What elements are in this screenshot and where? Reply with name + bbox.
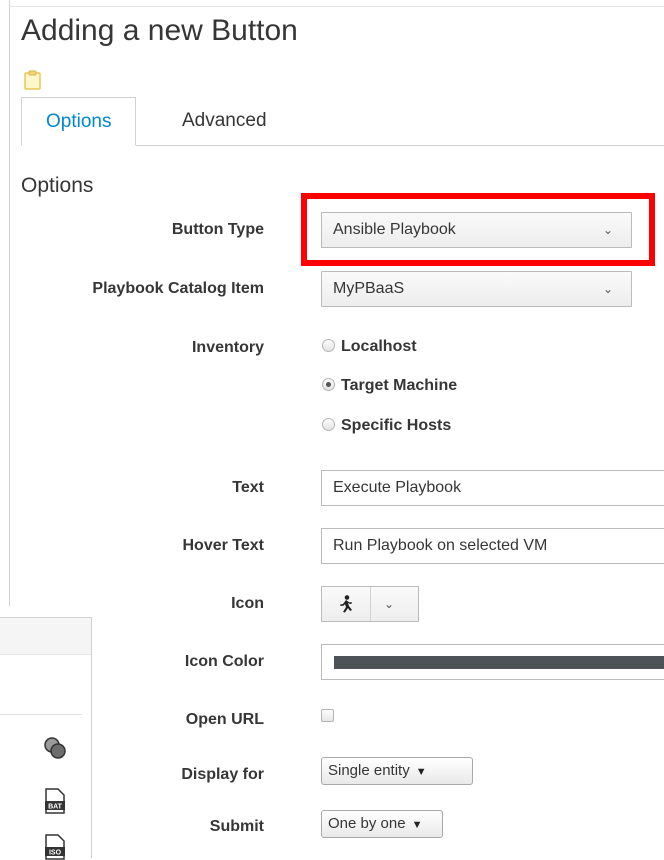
bat-file-icon[interactable]: BAT [43, 788, 67, 814]
tab-bar: Options Advanced [21, 97, 664, 146]
submit-label: Submit [209, 818, 264, 835]
playbook-catalog-item-label: Playbook Catalog Item [92, 280, 264, 297]
radio-button[interactable] [322, 418, 335, 431]
display-for-value: Single entity [328, 762, 410, 779]
overlapping-circles-icon[interactable] [43, 736, 67, 760]
icon-picker[interactable]: ⌄ [321, 586, 419, 622]
highlight-box [301, 193, 655, 266]
radio-button-selected[interactable] [322, 378, 335, 391]
text-input[interactable]: Execute Playbook [321, 470, 664, 506]
inventory-radio-target-machine[interactable]: Target Machine [322, 377, 457, 395]
inventory-option-label: Target Machine [341, 377, 458, 394]
content-frame-top-border [9, 6, 664, 7]
tab-options[interactable]: Options [21, 97, 137, 146]
icon-color-picker[interactable] [321, 644, 664, 680]
submit-value: One by one [328, 815, 406, 832]
submit-select[interactable]: One by one ▼ [321, 810, 443, 838]
button-type-label: Button Type [171, 221, 264, 238]
open-url-label: Open URL [185, 711, 264, 728]
running-person-icon [340, 595, 352, 613]
clipboard-icon [24, 70, 41, 90]
icon-color-swatch [334, 656, 664, 669]
bat-file-icon-label: BAT [48, 804, 63, 811]
triangle-down-icon: ▼ [411, 819, 423, 831]
inventory-option-label: Localhost [341, 338, 417, 355]
chevron-down-icon: ⌄ [602, 282, 613, 296]
hover-text-label: Hover Text [182, 537, 264, 554]
text-label: Text [232, 479, 264, 496]
display-for-select[interactable]: Single entity ▼ [321, 757, 473, 785]
icon-color-label: Icon Color [184, 653, 264, 670]
iso-file-icon[interactable]: ISO [43, 834, 67, 860]
content-frame-left-border [9, 0, 10, 606]
inventory-option-label: Specific Hosts [341, 417, 452, 434]
section-title: Options [21, 174, 94, 197]
inventory-radio-specific-hosts[interactable]: Specific Hosts [322, 417, 451, 435]
inventory-label: Inventory [191, 339, 264, 356]
open-url-checkbox[interactable] [321, 709, 334, 722]
chevron-down-icon: ⌄ [384, 597, 395, 611]
radio-button[interactable] [322, 339, 335, 352]
iso-file-icon-label: ISO [49, 850, 62, 857]
tab-advanced[interactable]: Advanced [158, 97, 291, 144]
icon-label: Icon [231, 595, 264, 612]
background-panel-header [0, 618, 91, 655]
icon-picker-divider [370, 587, 371, 621]
inventory-radio-localhost[interactable]: Localhost [322, 338, 417, 356]
background-icon-panel: BAT ISO [0, 617, 92, 860]
hover-text-input[interactable]: Run Playbook on selected VM [321, 528, 664, 564]
page-title: Adding a new Button [21, 14, 298, 47]
playbook-catalog-item-select[interactable]: MyPBaaS ⌄ [321, 271, 632, 307]
playbook-catalog-item-value: MyPBaaS [333, 280, 405, 297]
display-for-label: Display for [181, 766, 264, 783]
background-panel-divider [0, 714, 82, 715]
triangle-down-icon: ▼ [415, 766, 427, 778]
